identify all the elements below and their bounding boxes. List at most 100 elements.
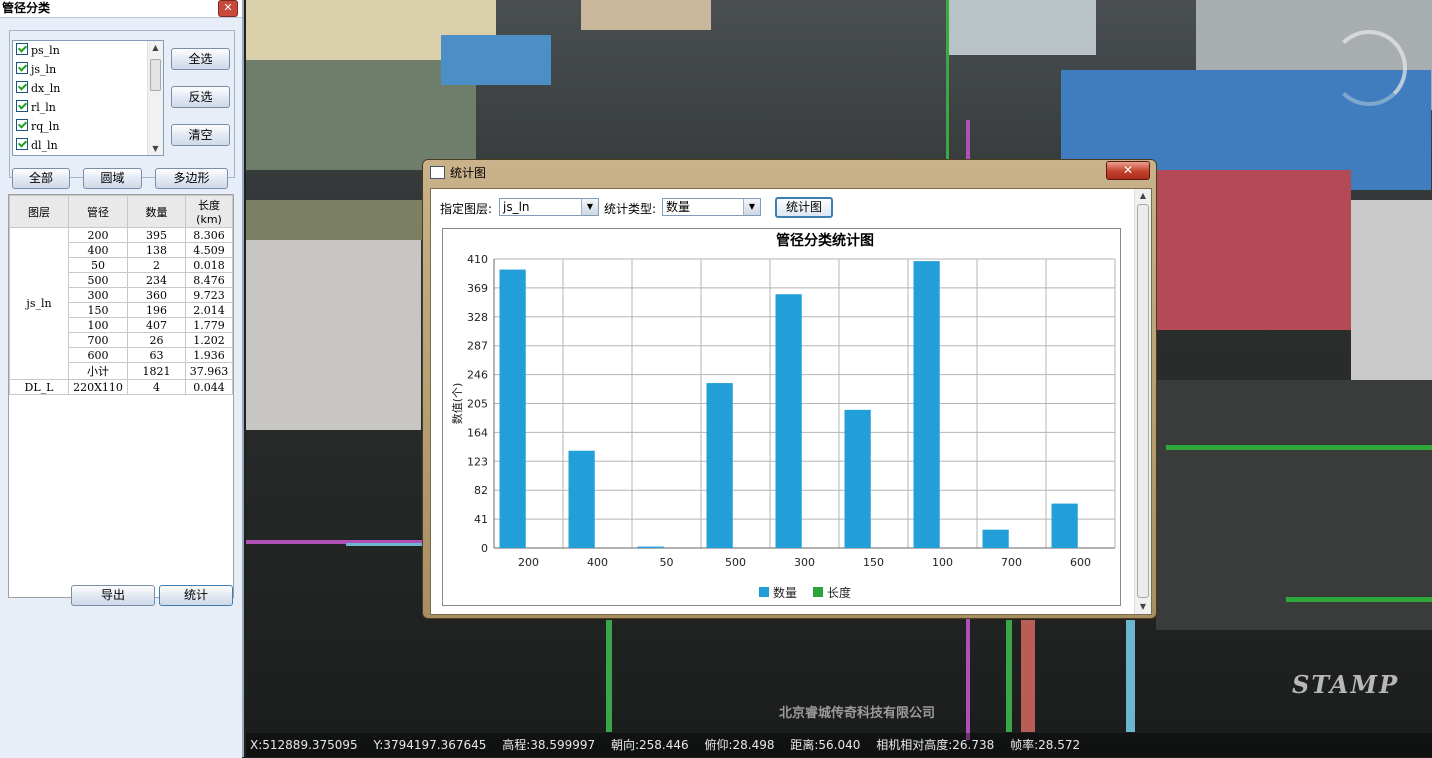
- statistics-button[interactable]: 统计: [159, 585, 233, 606]
- x-tick-label: 50: [660, 556, 674, 569]
- bar: [637, 546, 664, 548]
- parking-lot: [1156, 380, 1432, 630]
- checkbox-checked-icon[interactable]: [16, 138, 28, 150]
- table-row: DL_L 220X110 4 0.044: [9, 379, 233, 395]
- building-block: [246, 230, 421, 430]
- chart-toolbar: 指定图层: js_ln ▼ 统计类型: 数量 ▼ 统计图: [440, 197, 940, 218]
- cell-diameter: 300: [68, 287, 128, 303]
- pipe-line: [1166, 445, 1432, 450]
- scroll-thumb[interactable]: [1137, 204, 1149, 598]
- cell-layer: js_ln: [9, 227, 69, 380]
- cell-length: 4.509: [185, 242, 233, 258]
- y-tick-label: 410: [467, 253, 488, 266]
- layer-item[interactable]: rl_ln: [13, 98, 163, 117]
- cell-count: 234: [127, 272, 186, 288]
- layer-select[interactable]: js_ln ▼: [499, 198, 599, 216]
- scope-polygon-button[interactable]: 多边形: [155, 168, 228, 189]
- bar: [568, 450, 595, 548]
- layer-checklist[interactable]: ps_ln js_ln dx_ln rl_ln rq_ln dl_ln ▲ ▼: [12, 40, 164, 156]
- cell-diameter: 50: [68, 257, 128, 273]
- scope-circle-button[interactable]: 圆域: [83, 168, 142, 189]
- dialog-close-icon[interactable]: ✕: [1106, 161, 1150, 180]
- layer-group-box: ps_ln js_ln dx_ln rl_ln rq_ln dl_ln ▲ ▼ …: [9, 30, 235, 178]
- chart-area: 管径分类统计图 0 41 82 123 164 205 246 287 328 369 410 200 4…: [442, 228, 1121, 606]
- scroll-down-icon[interactable]: ▼: [148, 142, 163, 155]
- bar: [844, 409, 871, 548]
- scroll-up-icon[interactable]: ▲: [1135, 189, 1151, 203]
- bar: [1051, 503, 1078, 548]
- checkbox-checked-icon[interactable]: [16, 81, 28, 93]
- cell-count: 407: [127, 317, 186, 333]
- panel-title: 管径分类: [2, 1, 51, 15]
- building-block: [946, 0, 1096, 55]
- building-block: [581, 0, 711, 30]
- cell-diameter: 220X110: [68, 379, 128, 395]
- layer-label: rq_ln: [31, 120, 60, 133]
- cell-length: 0.018: [185, 257, 233, 273]
- checkbox-checked-icon[interactable]: [16, 62, 28, 74]
- cell-length: 8.476: [185, 272, 233, 288]
- layer-item[interactable]: ps_ln: [13, 41, 163, 60]
- x-tick-label: 300: [794, 556, 815, 569]
- x-tick-label: 400: [587, 556, 608, 569]
- status-fps: 帧率:28.572: [1010, 738, 1081, 752]
- layer-label: js_ln: [31, 63, 57, 76]
- invert-selection-button[interactable]: 反选: [171, 86, 230, 108]
- export-button[interactable]: 导出: [71, 585, 155, 606]
- cell-length: 9.723: [185, 287, 233, 303]
- x-tick-label: 100: [932, 556, 953, 569]
- layer-select-label: 指定图层:: [440, 202, 493, 216]
- status-pitch: 俯仰:28.498: [704, 738, 775, 752]
- y-tick-label: 41: [474, 513, 488, 526]
- status-y: Y:3794197.367645: [373, 738, 487, 752]
- dropdown-arrow-icon[interactable]: ▼: [581, 199, 598, 215]
- cell-count: 138: [127, 242, 186, 258]
- list-scrollbar[interactable]: ▲ ▼: [147, 41, 163, 155]
- table-row: js_ln 200 395 8.306: [9, 227, 233, 380]
- stat-type-value: 数量: [666, 200, 691, 214]
- clear-button[interactable]: 清空: [171, 124, 230, 146]
- x-tick-label: 500: [725, 556, 746, 569]
- checkbox-checked-icon[interactable]: [16, 43, 28, 55]
- stat-type-select[interactable]: 数量 ▼: [662, 198, 761, 216]
- status-x: X:512889.375095: [250, 738, 358, 752]
- y-tick-label: 287: [467, 340, 488, 353]
- layer-item[interactable]: rq_ln: [13, 117, 163, 136]
- col-header-layer: 图层: [9, 195, 69, 228]
- checkbox-checked-icon[interactable]: [16, 100, 28, 112]
- cell-length: 37.963: [185, 362, 233, 380]
- window-icon: [430, 166, 445, 179]
- close-icon[interactable]: ✕: [218, 0, 238, 17]
- cell-count: 395: [127, 227, 186, 243]
- generate-chart-button[interactable]: 统计图: [775, 197, 833, 218]
- scope-all-button[interactable]: 全部: [12, 168, 70, 189]
- bar: [982, 529, 1009, 548]
- layer-item[interactable]: dl_ln: [13, 136, 163, 155]
- layer-item[interactable]: js_ln: [13, 60, 163, 79]
- cell-diameter: 700: [68, 332, 128, 348]
- cell-layer: DL_L: [9, 379, 69, 395]
- scroll-up-icon[interactable]: ▲: [148, 41, 163, 54]
- select-all-button[interactable]: 全选: [171, 48, 230, 70]
- layer-label: dl_ln: [31, 139, 58, 152]
- stamp-logo: STAMP: [1292, 670, 1400, 699]
- scroll-thumb[interactable]: [150, 59, 161, 91]
- layer-item[interactable]: dx_ln: [13, 79, 163, 98]
- dropdown-arrow-icon[interactable]: ▼: [743, 199, 760, 215]
- panel-title-bar: 管径分类 ✕: [0, 0, 242, 17]
- checkbox-checked-icon[interactable]: [16, 119, 28, 131]
- compass-icon[interactable]: [1331, 30, 1407, 106]
- dialog-title-bar[interactable]: 统计图 ✕: [423, 160, 1156, 184]
- dialog-scrollbar[interactable]: ▲ ▼: [1134, 189, 1151, 614]
- cell-count: 26: [127, 332, 186, 348]
- layer-label: ps_ln: [31, 44, 60, 57]
- legend-label: 长度: [827, 585, 851, 600]
- y-tick-label: 246: [467, 369, 488, 382]
- pipe-classification-panel: 管径分类 ✕ ps_ln js_ln dx_ln rl_ln rq_ln dl_…: [0, 0, 244, 758]
- y-tick-label: 328: [467, 311, 488, 324]
- x-tick-label: 700: [1001, 556, 1022, 569]
- cell-count: 2: [127, 257, 186, 273]
- scroll-down-icon[interactable]: ▼: [1135, 600, 1151, 614]
- bar: [706, 383, 733, 548]
- table-body: js_ln 200 395 8.306 400 138 4.509 50 2 0.018 500 23…: [9, 227, 233, 395]
